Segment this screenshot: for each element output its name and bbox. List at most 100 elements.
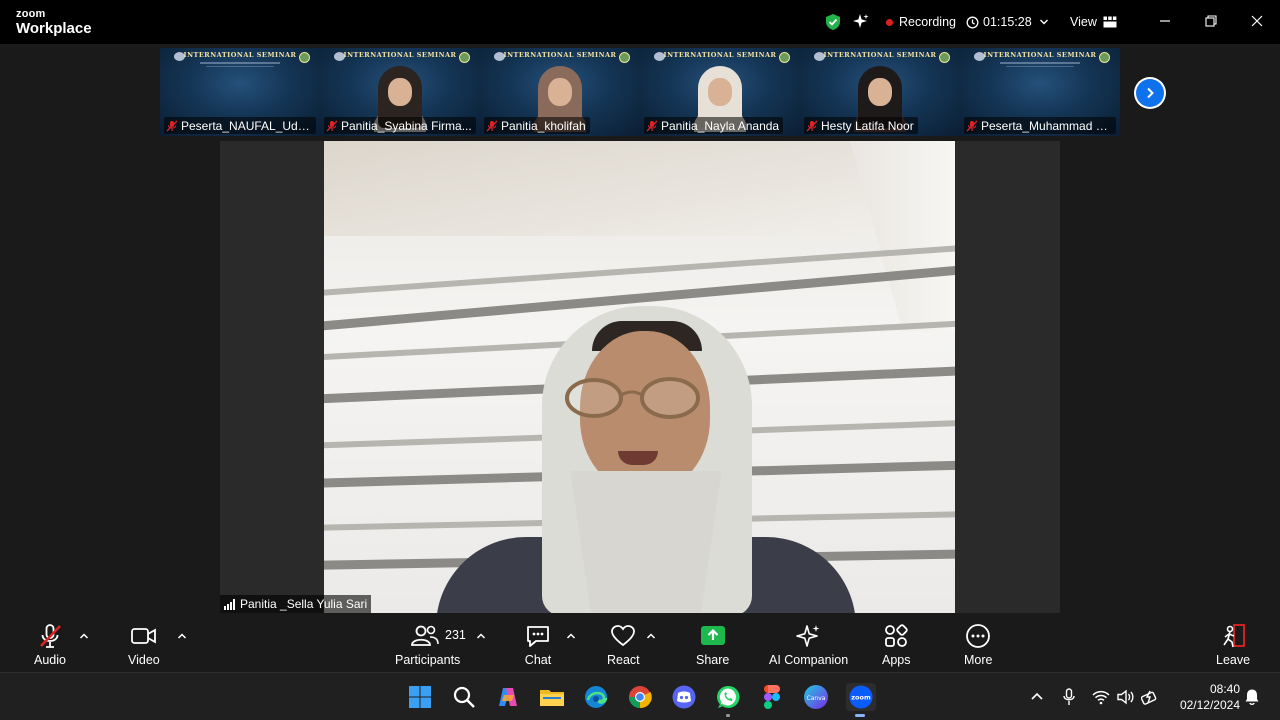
participant-name: Panitia_kholifah — [501, 118, 586, 133]
view-button[interactable]: View — [1070, 12, 1117, 32]
react-label: React — [607, 653, 640, 667]
speaker-name-tag: Panitia _Sella Yulia Sari — [220, 595, 372, 613]
file-explorer-icon[interactable] — [538, 683, 566, 711]
wifi-icon[interactable] — [1092, 687, 1110, 707]
video-button[interactable]: Video — [128, 623, 160, 667]
participant-tile[interactable]: INTERNATIONAL SEMINAR Hesty Latifa Noor — [800, 48, 960, 136]
seminar-logo-right — [459, 52, 470, 63]
active-speaker-video[interactable] — [324, 141, 955, 613]
participant-tile[interactable]: INTERNATIONAL SEMINAR Panitia_Nayla Anan… — [640, 48, 800, 136]
mic-muted-icon — [486, 120, 498, 131]
participant-name: Panitia_Syabina Firma... — [341, 118, 472, 133]
svg-text:zoom: zoom — [851, 694, 871, 702]
canva-icon[interactable]: Canva — [802, 683, 830, 711]
audio-button[interactable]: Audio — [34, 623, 66, 667]
participant-name-tag: Peserta_NAUFAL_Udin... — [164, 117, 316, 134]
clock-icon — [966, 16, 979, 28]
whatsapp-icon[interactable] — [714, 683, 742, 717]
seminar-logo-right — [299, 52, 310, 63]
participant-tile[interactable]: INTERNATIONAL SEMINAR Panitia_Syabina Fi… — [320, 48, 480, 136]
share-screen-icon — [700, 626, 725, 645]
restore-button[interactable] — [1199, 10, 1223, 32]
mic-muted-icon — [966, 120, 978, 131]
zoom-meeting-window: zoom Workplace Recording 01:15:28 View I… — [0, 0, 1280, 720]
zoom-taskbar-icon[interactable]: zoom — [846, 683, 876, 717]
banner-line — [200, 62, 280, 64]
mic-muted-icon — [646, 120, 658, 131]
participant-name: Panitia_Nayla Ananda — [661, 118, 780, 133]
chat-label: Chat — [524, 653, 552, 667]
participant-name: Hesty Latifa Noor — [821, 118, 914, 133]
participant-tile[interactable]: INTERNATIONAL SEMINAR Peserta_NAUFAL_Udi… — [160, 48, 320, 136]
taskbar-clock[interactable]: 08:40 02/12/2024 — [1168, 681, 1240, 713]
ai-sparkle-icon — [795, 625, 820, 647]
minimize-icon — [1160, 20, 1170, 22]
mic-muted-icon — [326, 120, 338, 131]
battery-charging-icon[interactable] — [1141, 687, 1159, 707]
notification-bell-icon[interactable] — [1244, 687, 1260, 707]
search-icon[interactable] — [450, 683, 478, 711]
more-button[interactable]: More — [964, 623, 992, 667]
title-bar: zoom Workplace Recording 01:15:28 View — [0, 0, 1280, 44]
meeting-toolbar: Audio Video Participants 231 Chat React … — [0, 613, 1280, 672]
minimize-button[interactable] — [1153, 10, 1177, 32]
participant-tile[interactable]: INTERNATIONAL SEMINAR Peserta_Muhammad N… — [960, 48, 1120, 136]
clock-date: 02/12/2024 — [1179, 698, 1240, 712]
participants-count: 231 — [445, 628, 466, 642]
audio-options-caret-icon[interactable] — [79, 631, 89, 641]
share-button[interactable]: Share — [696, 623, 729, 667]
brand-line1: zoom — [16, 8, 46, 20]
react-button[interactable]: React — [607, 623, 640, 667]
seminar-logo-right — [1099, 52, 1110, 63]
windows-start-icon[interactable] — [406, 683, 434, 711]
video-camera-icon — [130, 628, 156, 644]
participant-tile[interactable]: INTERNATIONAL SEMINAR Panitia_kholifah — [480, 48, 640, 136]
show-hidden-icons-chevron-icon[interactable] — [1030, 687, 1044, 707]
apps-button[interactable]: Apps — [882, 623, 911, 667]
encryption-shield-icon[interactable] — [824, 12, 842, 32]
chat-bubble-icon — [527, 626, 549, 647]
ai-sparkle-icon[interactable] — [852, 12, 870, 32]
chevron-down-icon — [1039, 19, 1048, 25]
banner-line — [1006, 66, 1074, 67]
participant-name-tag: Peserta_Muhammad N... — [964, 117, 1116, 134]
video-options-caret-icon[interactable] — [177, 631, 187, 641]
discord-icon[interactable] — [670, 683, 698, 711]
grid-view-icon — [1103, 16, 1117, 28]
participant-name-tag: Panitia_kholifah — [484, 117, 590, 134]
more-dots-icon — [966, 624, 991, 648]
banner-title: INTERNATIONAL SEMINAR — [823, 51, 937, 59]
close-button[interactable] — [1245, 10, 1269, 32]
zoom-workplace-logo: zoom Workplace — [16, 8, 92, 37]
edge-icon[interactable] — [582, 683, 610, 711]
timer-value: 01:15:28 — [983, 15, 1032, 29]
ai-companion-button[interactable]: AI Companion — [769, 623, 848, 667]
svg-text:Canva: Canva — [807, 695, 826, 702]
leave-button[interactable]: Leave — [1216, 623, 1250, 667]
meeting-timer[interactable]: 01:15:28 — [966, 12, 1049, 32]
microphone-tray-icon[interactable] — [1062, 687, 1076, 707]
banner-line — [206, 66, 274, 67]
windows-taskbar: Canva zoom 08:40 02/12/2024 — [0, 672, 1280, 720]
recording-indicator[interactable]: Recording — [886, 12, 956, 32]
mic-muted-icon — [806, 120, 818, 131]
volume-icon[interactable] — [1117, 687, 1135, 707]
mic-muted-icon — [166, 120, 178, 131]
audio-label: Audio — [34, 653, 66, 667]
signal-strength-icon — [224, 598, 235, 610]
leave-door-icon — [1223, 624, 1245, 648]
restore-icon — [1205, 15, 1217, 27]
chat-button[interactable]: Chat — [524, 623, 552, 667]
participants-icon — [410, 625, 439, 646]
participants-options-caret-icon[interactable] — [476, 631, 486, 641]
leave-label: Leave — [1216, 653, 1251, 667]
seminar-logo-right — [779, 52, 790, 63]
chrome-icon[interactable] — [626, 683, 654, 711]
chat-options-caret-icon[interactable] — [566, 631, 576, 641]
participant-name-tag: Hesty Latifa Noor — [804, 117, 918, 134]
react-options-caret-icon[interactable] — [646, 631, 656, 641]
gallery-next-button[interactable] — [1134, 77, 1166, 109]
clock-time: 08:40 — [1209, 682, 1240, 696]
copilot-icon[interactable] — [494, 683, 522, 711]
figma-icon[interactable] — [758, 683, 786, 711]
